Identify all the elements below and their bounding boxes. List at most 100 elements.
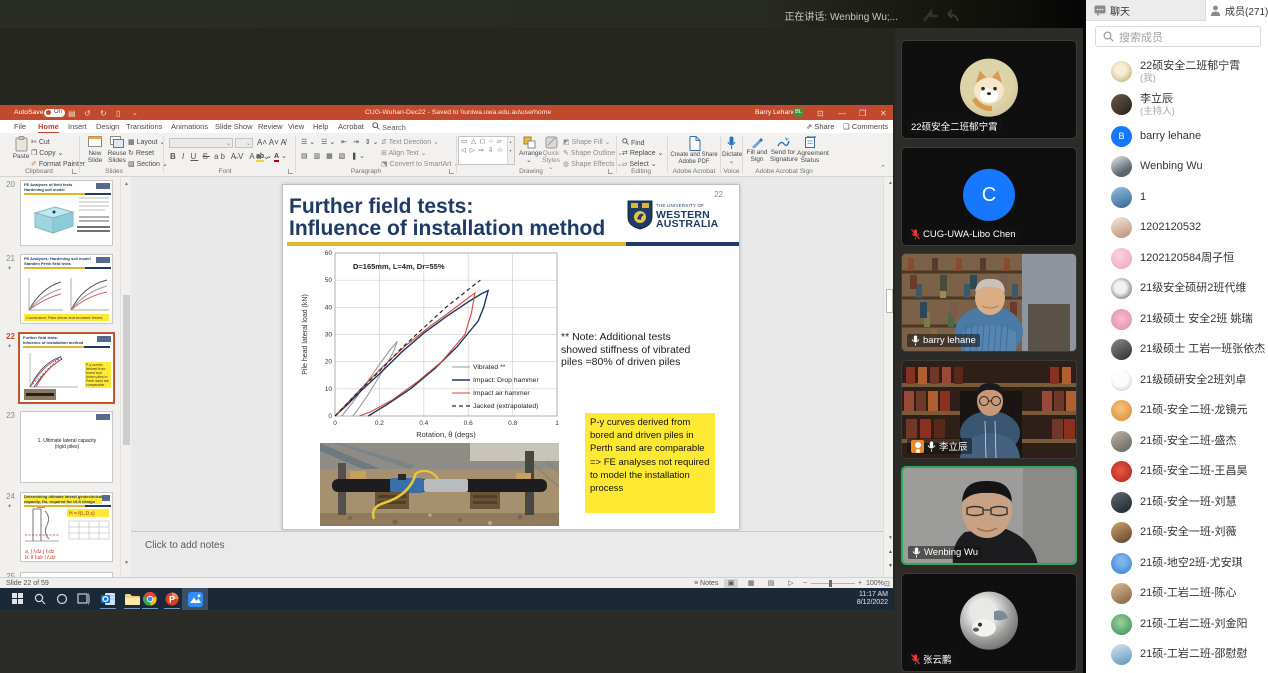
- share-arrow-icon[interactable]: [922, 9, 940, 23]
- main-scrollbar-thumb[interactable]: [886, 289, 893, 313]
- menu-help[interactable]: Help: [313, 122, 328, 131]
- member-row[interactable]: 21硕-工岩二班-陈心: [1086, 579, 1268, 610]
- menu-file[interactable]: File: [14, 122, 26, 131]
- account-name[interactable]: Barry Lehane: [755, 109, 796, 116]
- menu-review[interactable]: Review: [258, 122, 283, 131]
- menu-animations[interactable]: Animations: [171, 122, 208, 131]
- member-row[interactable]: 21硕-地空2班-尤安琪: [1086, 548, 1268, 579]
- menu-acrobat[interactable]: Acrobat: [338, 122, 364, 131]
- share-button[interactable]: ⇗ Share: [806, 122, 834, 131]
- slide-thumbnail-20[interactable]: FE Analyses of field tests Hardening soi…: [20, 180, 113, 246]
- slide-title[interactable]: Further field tests:Influence of install…: [289, 196, 605, 239]
- slide-thumbnail-21[interactable]: FE Analyses: Hardening soil model Stande…: [20, 254, 113, 324]
- video-tile-1[interactable]: 22硕安全二班郁宁霄: [901, 40, 1077, 139]
- member-row[interactable]: 22硕安全二班郁宁霄(我): [1086, 55, 1268, 88]
- ribbon-options-icon[interactable]: ⊡: [817, 109, 824, 118]
- member-row[interactable]: Wenbing Wu: [1086, 152, 1268, 183]
- shapes-gallery[interactable]: ▭ △ ◻ ○ ▱◁ ▷ ⇨ ⇩ ☆▴▾: [458, 136, 515, 165]
- thumbnail-scrollbar-thumb[interactable]: [123, 295, 130, 445]
- meeting-app-taskbar-icon[interactable]: [182, 588, 208, 610]
- slide-canvas[interactable]: Further field tests:Influence of install…: [282, 184, 740, 530]
- start-button[interactable]: [6, 588, 30, 610]
- py-curves-chart[interactable]: 010203040506000.20.40.60.81Pile head lat…: [297, 245, 573, 443]
- slideshow-button[interactable]: ▷: [784, 579, 798, 589]
- slide-note-text[interactable]: ** Note: Additional testsshowed stiffnes…: [561, 331, 690, 369]
- tab-members[interactable]: 成员(271): [1206, 0, 1268, 21]
- member-row[interactable]: 1202120532: [1086, 213, 1268, 244]
- member-search-input[interactable]: 搜索成员: [1095, 26, 1261, 47]
- undo-icon[interactable]: ↺: [84, 109, 91, 118]
- slide-yellow-callout[interactable]: P-y curves derived from bored and driven…: [585, 413, 715, 513]
- zoom-slider[interactable]: [811, 583, 855, 584]
- thumb-scroll-up-icon[interactable]: ▲: [122, 181, 131, 187]
- slide-thumbnail-24[interactable]: Determining ultimate lateral geotechnica…: [20, 492, 113, 562]
- video-tile-4[interactable]: 李立辰: [901, 360, 1077, 459]
- outlook-taskbar-icon[interactable]: [96, 588, 120, 610]
- create-pdf-button[interactable]: Create and Share Adobe PDF: [670, 136, 718, 166]
- menu-transitions[interactable]: Transitions: [126, 122, 162, 131]
- save-icon[interactable]: ▤: [68, 109, 76, 118]
- thumbnail-scrollbar[interactable]: ▲ ▼: [120, 177, 131, 577]
- redo-icon[interactable]: ↻: [100, 109, 107, 118]
- member-row[interactable]: 21级硕研安全2班刘卓: [1086, 365, 1268, 396]
- main-scrollbar[interactable]: ▲ ▼ ▲ ▼: [883, 177, 893, 577]
- notes-placeholder[interactable]: Click to add notes: [145, 540, 225, 551]
- arrange-button[interactable]: Arrange ⌄: [519, 136, 539, 164]
- thumb-scroll-down-icon[interactable]: ▼: [122, 560, 131, 566]
- powerpoint-taskbar-icon[interactable]: P: [160, 588, 184, 610]
- quick-styles-button[interactable]: Quick Styles ⌄: [541, 136, 561, 171]
- video-tile-2[interactable]: CCUG-UWA-Libo Chen: [901, 147, 1077, 246]
- qat-more-icon[interactable]: ⌄: [132, 109, 138, 117]
- highlight-color-button[interactable]: ab ⌄ A ⌄: [256, 152, 287, 160]
- member-row[interactable]: 21硕-安全二班-龙镜元: [1086, 396, 1268, 427]
- member-row[interactable]: 1: [1086, 182, 1268, 213]
- replace-button[interactable]: ⇄ Replace ⌄: [622, 149, 663, 157]
- autosave-toggle[interactable]: On: [44, 109, 65, 117]
- close-icon[interactable]: ✕: [880, 109, 887, 118]
- taskbar-clock[interactable]: 11:17 AM8/12/2022: [857, 591, 888, 607]
- member-row[interactable]: 21级硕士 工岩一班张依杰: [1086, 335, 1268, 366]
- cut-button[interactable]: ✄ Cut: [31, 138, 50, 146]
- account-avatar[interactable]: BL: [793, 107, 804, 118]
- reply-arrow-icon[interactable]: [942, 9, 960, 23]
- slide-sorter-button[interactable]: ▦: [744, 579, 758, 589]
- text-direction-button[interactable]: ⇵ Text Direction ⌄: [381, 138, 439, 146]
- send-signature-button[interactable]: Send for Signature: [770, 136, 796, 163]
- zoom-in-icon[interactable]: +: [858, 580, 862, 587]
- slide-thumbnail-22[interactable]: Further field tests: Influence of instal…: [18, 332, 115, 404]
- select-button[interactable]: ▱ Select ⌄: [622, 160, 657, 168]
- format-painter-button[interactable]: ✐ Format Painter: [31, 160, 85, 168]
- tab-chat[interactable]: 聊天: [1086, 0, 1206, 21]
- shape-outline-button[interactable]: ✎ Shape Outline ⌄: [563, 149, 623, 157]
- reuse-slides-button[interactable]: Reuse Slides: [106, 136, 128, 164]
- member-row[interactable]: 1202120584周子恒: [1086, 243, 1268, 274]
- field-test-photo[interactable]: [320, 443, 559, 526]
- normal-view-button[interactable]: ▣: [724, 579, 738, 589]
- menu-slide-show[interactable]: Slide Show: [215, 122, 253, 131]
- next-slide-button[interactable]: ▼: [886, 563, 895, 569]
- minimize-icon[interactable]: —: [838, 109, 846, 118]
- collapse-ribbon-icon[interactable]: ⌃: [880, 164, 886, 172]
- video-tile-5[interactable]: Wenbing Wu: [901, 466, 1077, 565]
- menu-design[interactable]: Design: [96, 122, 119, 131]
- notes-toggle[interactable]: ≡ Notes: [694, 580, 718, 587]
- member-row[interactable]: 21硕-安全一班-刘薇: [1086, 518, 1268, 549]
- layout-button[interactable]: ▦ Layout ⌄: [128, 138, 165, 146]
- slide-thumbnail-23[interactable]: 1. Ultimate lateral capacity (rigid pile…: [20, 411, 113, 483]
- menu-insert[interactable]: Insert: [68, 122, 87, 131]
- grow-shrink-font[interactable]: A˄ A˅ A̸: [257, 138, 286, 147]
- shape-effects-button[interactable]: ◍ Shape Effects ⌄: [563, 160, 622, 168]
- member-row[interactable]: 21硕-工岩二班-邵慰慰: [1086, 640, 1268, 671]
- task-view-icon[interactable]: [72, 588, 96, 610]
- list-indent-buttons[interactable]: ☰⌄ ☱⌄ ⇤ ⇥ ⇕⌄: [301, 138, 381, 146]
- font-size-combo[interactable]: [235, 138, 253, 148]
- member-row[interactable]: 21硕-安全二班-盛杰: [1086, 426, 1268, 457]
- font-name-combo[interactable]: [169, 138, 233, 148]
- video-tile-3[interactable]: barry lehane: [901, 253, 1077, 352]
- member-row[interactable]: 21级安全硕研2班代维: [1086, 274, 1268, 305]
- reset-button[interactable]: ↻ Reset: [128, 149, 154, 157]
- section-button[interactable]: ▧ Section ⌄: [128, 160, 168, 168]
- drawing-dialog-launcher[interactable]: [608, 169, 613, 174]
- member-row[interactable]: 李立辰(主持人): [1086, 88, 1268, 121]
- restore-icon[interactable]: ❐: [859, 109, 866, 118]
